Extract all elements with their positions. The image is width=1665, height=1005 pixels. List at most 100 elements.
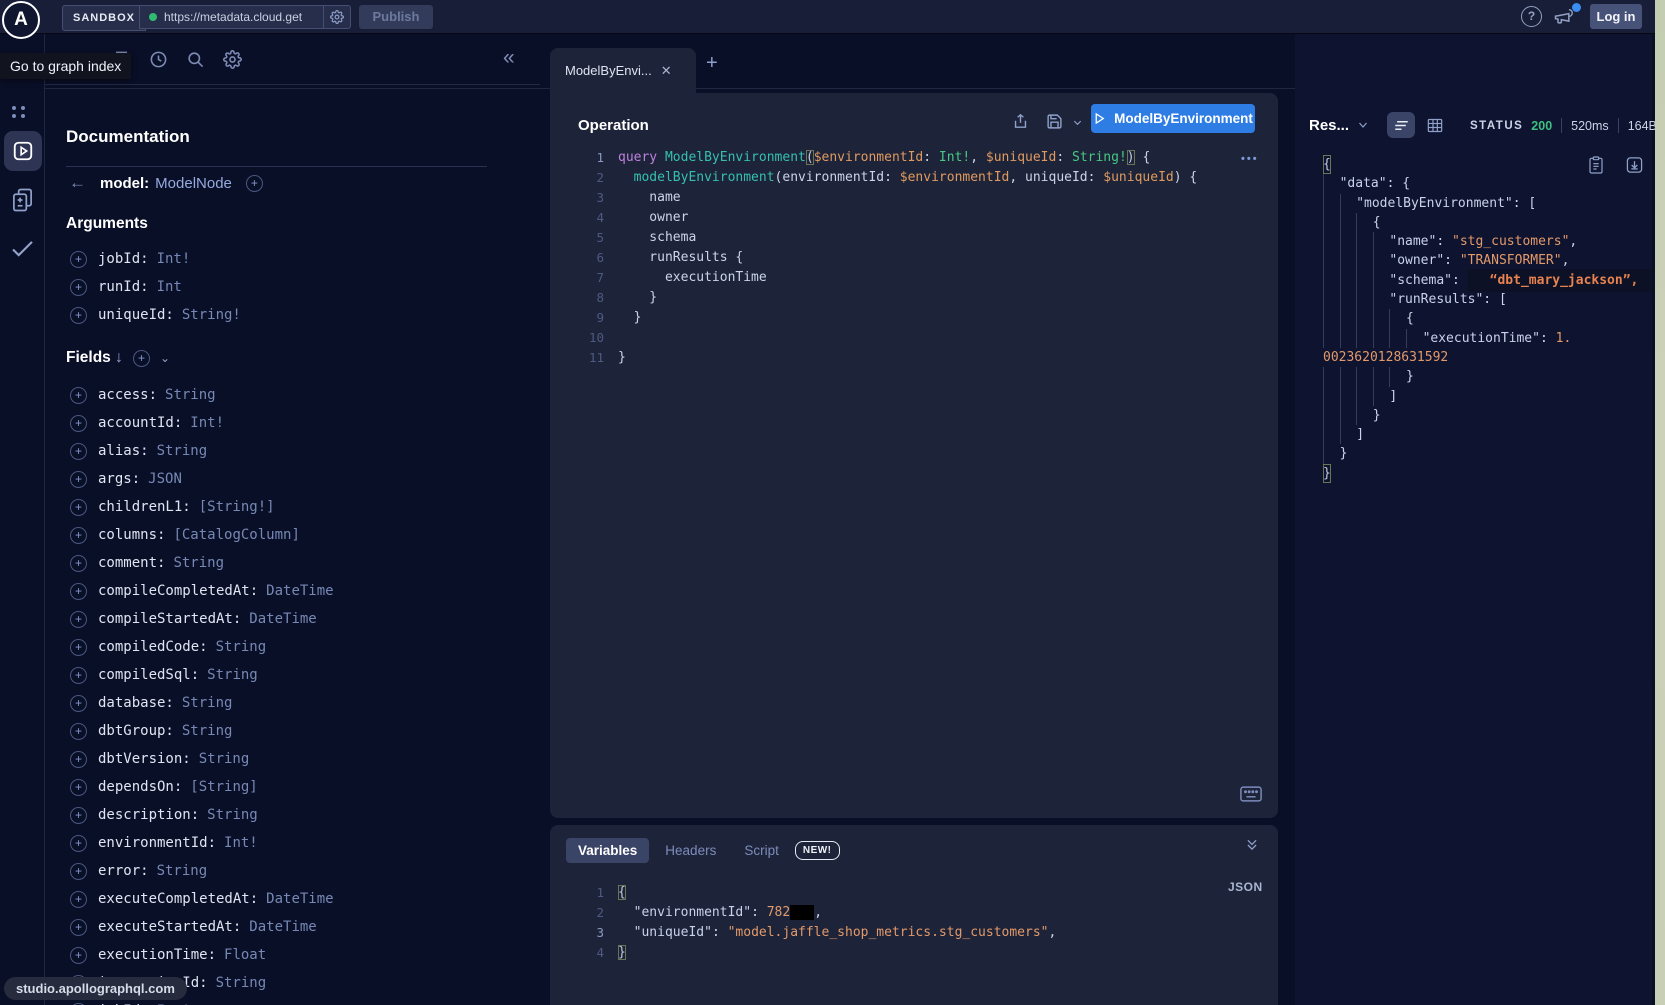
response-chevron-icon[interactable] [1357,119,1369,131]
add-field-button[interactable]: + [70,667,87,684]
tab-script[interactable]: Script [744,843,779,858]
settings-button[interactable] [223,50,242,69]
field-name[interactable]: compileCompletedAt: [98,583,258,599]
field-type[interactable]: Int! [157,251,191,267]
add-field-button[interactable]: + [70,307,87,324]
field-type[interactable]: [String] [190,779,257,795]
add-field-button[interactable]: + [70,723,87,740]
apollo-logo[interactable]: A [2,1,40,39]
tab-headers[interactable]: Headers [665,843,716,858]
field-name[interactable]: compiledSql: [98,667,199,683]
field-name[interactable]: childrenL1: [98,499,191,515]
close-tab-icon[interactable]: ✕ [661,63,672,79]
publish-button[interactable]: Publish [359,5,433,29]
field-type[interactable]: Int! [224,835,258,851]
announcements-button[interactable] [1552,7,1574,27]
field-type[interactable]: JSON [148,471,182,487]
sort-fields-button[interactable]: ↓ [115,349,123,367]
field-type[interactable]: DateTime [266,891,333,907]
field-type[interactable]: String [216,975,267,991]
field-type[interactable]: String [182,723,233,739]
field-name[interactable]: database: [98,695,174,711]
variables-editor[interactable]: 1{2 "environmentId": 782,3 "uniqueId": "… [568,883,1258,963]
save-options-chevron[interactable] [1072,117,1083,128]
add-field-button[interactable]: + [70,555,87,572]
add-field-button[interactable]: + [70,891,87,908]
run-operation-button[interactable]: ModelByEnvironment [1091,104,1255,133]
field-name[interactable]: environmentId: [98,835,216,851]
field-name[interactable]: compileStartedAt: [98,611,241,627]
add-field-button[interactable]: + [70,947,87,964]
add-field-button[interactable]: + [70,443,87,460]
field-name[interactable]: columns: [98,527,165,543]
sidebar-item-explorer[interactable] [4,131,42,171]
field-name[interactable]: access: [98,387,157,403]
add-field-button[interactable]: + [70,471,87,488]
field-type[interactable]: String [207,807,258,823]
field-name[interactable]: compiledCode: [98,639,208,655]
add-field-button[interactable]: + [70,919,87,936]
add-field-button[interactable]: + [70,583,87,600]
add-field-button[interactable]: + [70,251,87,268]
field-name[interactable]: accountId: [98,415,182,431]
field-name[interactable]: args: [98,471,140,487]
field-name[interactable]: comment: [98,555,165,571]
tab-modelbyenvironment[interactable]: ModelByEnvi... ✕ [550,48,696,93]
back-arrow-icon[interactable]: ← [69,173,86,193]
field-type[interactable]: String [157,443,208,459]
field-type[interactable]: Float [224,947,266,963]
field-type[interactable]: DateTime [249,611,316,627]
new-tab-button[interactable]: + [706,52,718,75]
collapse-variables-button[interactable] [1245,838,1259,852]
save-button[interactable] [1046,112,1063,131]
add-fields-button[interactable]: + [133,350,150,367]
field-name[interactable]: dbtVersion: [98,751,191,767]
field-type[interactable]: String [182,695,233,711]
field-name[interactable]: jobId: [98,251,149,267]
field-type[interactable]: [CatalogColumn] [173,527,299,543]
share-button[interactable] [1012,112,1029,131]
field-type[interactable]: Int! [190,415,224,431]
field-type[interactable]: [String!] [199,499,275,515]
sidebar-item-checks[interactable] [11,239,34,258]
response-json-viewer[interactable]: {"data": {"modelByEnvironment": [{"name"… [1323,155,1648,483]
field-type[interactable]: String [216,639,267,655]
field-name[interactable]: alias: [98,443,149,459]
add-field-button[interactable]: + [70,779,87,796]
breadcrumb-type[interactable]: ModelNode [155,175,232,192]
history-button[interactable] [149,50,168,69]
add-field-button[interactable]: + [70,751,87,768]
add-field-button[interactable]: + [70,835,87,852]
add-field-button[interactable]: + [70,611,87,628]
view-as-json-toggle[interactable] [1387,112,1415,138]
login-button[interactable]: Log in [1590,4,1642,29]
chevron-down-icon[interactable]: ⌄ [160,351,170,365]
field-name[interactable]: dependsOn: [98,779,182,795]
field-type[interactable]: String [199,751,250,767]
field-name[interactable]: executionTime: [98,947,216,963]
field-name[interactable]: description: [98,807,199,823]
add-field-button[interactable]: + [70,807,87,824]
field-type[interactable]: String [207,667,258,683]
add-all-fields-button[interactable]: + [246,175,263,192]
field-type[interactable]: DateTime [266,583,333,599]
add-field-button[interactable]: + [70,279,87,296]
sidebar-item-schema[interactable] [11,187,34,213]
field-name[interactable]: error: [98,863,149,879]
field-type[interactable]: String! [182,307,241,323]
graph-index-icon[interactable] [12,106,28,120]
field-name[interactable]: runId: [98,279,149,295]
keyboard-shortcuts-button[interactable] [1240,786,1262,803]
add-field-button[interactable]: + [70,527,87,544]
add-field-button[interactable]: + [70,863,87,880]
field-type[interactable]: String [157,863,208,879]
add-field-button[interactable]: + [70,387,87,404]
add-field-button[interactable]: + [70,639,87,656]
view-as-table-toggle[interactable] [1421,112,1449,138]
field-name[interactable]: uniqueId: [98,307,174,323]
search-button[interactable] [186,50,205,69]
field-type[interactable]: String [165,387,216,403]
field-type[interactable]: DateTime [249,919,316,935]
collapse-sidebar-button[interactable]: « [503,46,515,70]
endpoint-url-input[interactable]: https://metadata.cloud.get [139,5,351,29]
